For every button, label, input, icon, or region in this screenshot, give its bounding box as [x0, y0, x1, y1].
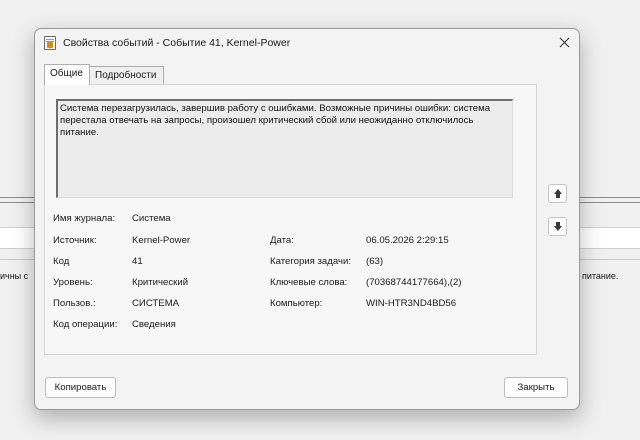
source-label: Источник: — [53, 235, 97, 246]
event-properties-icon — [44, 36, 56, 50]
level-value[interactable]: Критический — [132, 277, 188, 288]
opcode-label: Код операции: — [53, 319, 118, 330]
arrow-down-icon — [554, 226, 562, 231]
keywords-value[interactable]: (70368744177664),(2) — [366, 277, 461, 288]
event-description[interactable]: Система перезагрузилась, завершив работу… — [56, 99, 513, 198]
background-text-left: ичны с — [0, 271, 29, 281]
log-name-value[interactable]: Система — [132, 213, 171, 224]
copy-button[interactable]: Копировать — [45, 377, 116, 398]
tab-general[interactable]: Общие — [44, 64, 90, 85]
code-value[interactable]: 41 — [132, 256, 143, 267]
tab-details[interactable]: Подробности — [90, 66, 164, 84]
user-label: Пользов.: — [53, 298, 96, 309]
computer-label: Компьютер: — [270, 298, 323, 309]
keywords-label: Ключевые слова: — [270, 277, 348, 288]
close-icon[interactable] — [553, 31, 577, 55]
event-properties-dialog: Свойства событий - Событие 41, Kernel-Po… — [34, 28, 580, 410]
window-title: Свойства событий - Событие 41, Kernel-Po… — [63, 37, 291, 49]
computer-value[interactable]: WIN-HTR3ND4BD56 — [366, 298, 456, 309]
level-label: Уровень: — [53, 277, 93, 288]
user-value[interactable]: СИСТЕМА — [132, 298, 179, 309]
date-label: Дата: — [270, 235, 294, 246]
log-name-label: Имя журнала: — [53, 213, 116, 224]
code-label: Код — [53, 256, 70, 267]
title-bar[interactable]: Свойства событий - Событие 41, Kernel-Po… — [35, 29, 579, 57]
next-event-button[interactable] — [548, 217, 567, 236]
previous-event-button[interactable] — [548, 184, 567, 203]
opcode-value[interactable]: Сведения — [132, 319, 176, 330]
task-category-value[interactable]: (63) — [366, 256, 383, 267]
close-button[interactable]: Закрыть — [504, 377, 568, 398]
task-category-label: Категория задачи: — [270, 256, 351, 267]
background-text-right: питание. — [582, 271, 619, 281]
source-value[interactable]: Kernel-Power — [132, 235, 190, 246]
date-value[interactable]: 06.05.2026 2:29:15 — [366, 235, 449, 246]
